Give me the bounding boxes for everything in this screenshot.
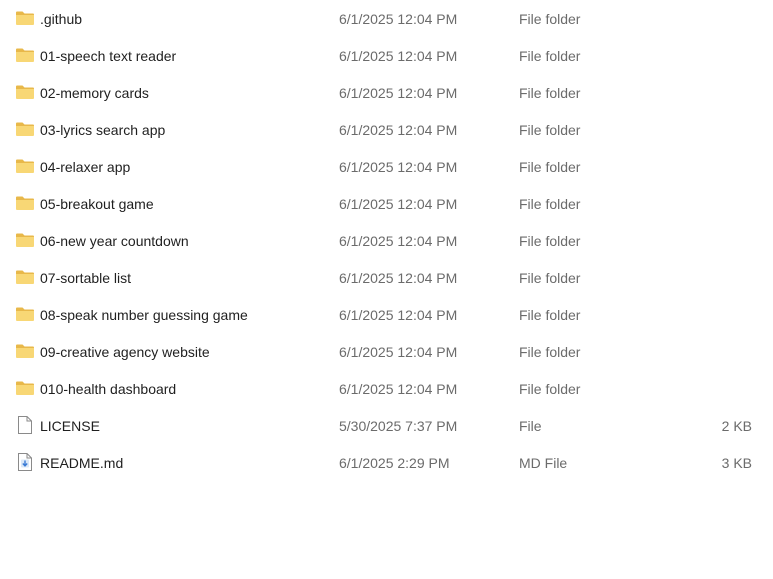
markdown-file-icon [15,452,35,471]
file-size: 2 KB [721,418,752,434]
file-name: .github [40,11,83,27]
file-date-modified: 6/1/2025 12:04 PM [339,159,458,175]
file-row[interactable]: .github 6/1/2025 12:04 PM File folder [0,1,773,38]
file-type: File folder [519,307,581,323]
file-type: File folder [519,85,581,101]
file-row[interactable]: 04-relaxer app 6/1/2025 12:04 PM File fold… [0,149,773,186]
file-row[interactable]: 02-memory cards 6/1/2025 12:04 PM File fol… [0,75,773,112]
file-date-modified: 6/1/2025 12:04 PM [339,122,458,138]
file-type: File folder [519,196,581,212]
folder-icon [15,342,35,360]
folder-icon [15,268,35,286]
file-type: File folder [519,344,581,360]
file-type: File folder [519,381,581,397]
file-row[interactable]: 01-speech text reader 6/1/2025 12:04 PM Fi… [0,38,773,75]
file-list: .github 6/1/2025 12:04 PM File folder 01-sp… [0,1,773,482]
folder-icon [15,305,35,323]
file-type: File folder [519,11,581,27]
folder-icon [15,9,35,27]
file-row[interactable]: 07-sortable list 6/1/2025 12:04 PM File fo… [0,260,773,297]
file-date-modified: 5/30/2025 7:37 PM [339,418,458,434]
file-date-modified: 6/1/2025 12:04 PM [339,381,458,397]
folder-icon [15,83,35,101]
file-type: File [519,418,542,434]
file-name: README.md [40,455,124,471]
file-name: 06-new year countdown [40,233,189,249]
file-date-modified: 6/1/2025 12:04 PM [339,196,458,212]
file-type: File folder [519,233,581,249]
file-name: 09-creative agency website [40,344,210,360]
file-date-modified: 6/1/2025 12:04 PM [339,48,458,64]
file-row[interactable]: 010-health dashboard 6/1/2025 12:04 PM Fil… [0,371,773,408]
file-type: File folder [519,159,581,175]
folder-icon [15,46,35,64]
file-row[interactable]: 08-speak number guessing game 6/1/2025 12… [0,297,773,334]
folder-icon [15,194,35,212]
file-type: MD File [519,455,568,471]
folder-icon [15,157,35,175]
file-type: File folder [519,270,581,286]
file-date-modified: 6/1/2025 2:29 PM [339,455,450,471]
folder-icon [15,120,35,138]
file-icon [15,415,35,434]
file-name: 07-sortable list [40,270,132,286]
file-name: 04-relaxer app [40,159,131,175]
file-name: 010-health dashboard [40,381,177,397]
file-date-modified: 6/1/2025 12:04 PM [339,270,458,286]
file-type: File folder [519,122,581,138]
file-date-modified: 6/1/2025 12:04 PM [339,344,458,360]
file-name: 01-speech text reader [40,48,177,64]
file-row[interactable]: 05-breakout game 6/1/2025 12:04 PM File fo… [0,186,773,223]
file-date-modified: 6/1/2025 12:04 PM [339,85,458,101]
file-row[interactable]: LICENSE 5/30/2025 7:37 PM File 2 KB [0,408,773,445]
file-row[interactable]: README.md 6/1/2025 2:29 PM MD File 3 KB [0,445,773,482]
file-row[interactable]: 03-lyrics search app 6/1/2025 12:04 PM Fil… [0,112,773,149]
file-size: 3 KB [721,455,752,471]
folder-icon [15,231,35,249]
file-type: File folder [519,48,581,64]
file-name: 03-lyrics search app [40,122,166,138]
file-name: LICENSE [40,418,100,434]
file-date-modified: 6/1/2025 12:04 PM [339,11,458,27]
file-name: 08-speak number guessing game [40,307,248,323]
file-date-modified: 6/1/2025 12:04 PM [339,233,458,249]
file-row[interactable]: 06-new year countdown 6/1/2025 12:04 PM Fi… [0,223,773,260]
folder-icon [15,379,35,397]
file-name: 02-memory cards [40,85,149,101]
file-date-modified: 6/1/2025 12:04 PM [339,307,458,323]
file-name: 05-breakout game [40,196,154,212]
file-row[interactable]: 09-creative agency website 6/1/2025 12:04… [0,334,773,371]
